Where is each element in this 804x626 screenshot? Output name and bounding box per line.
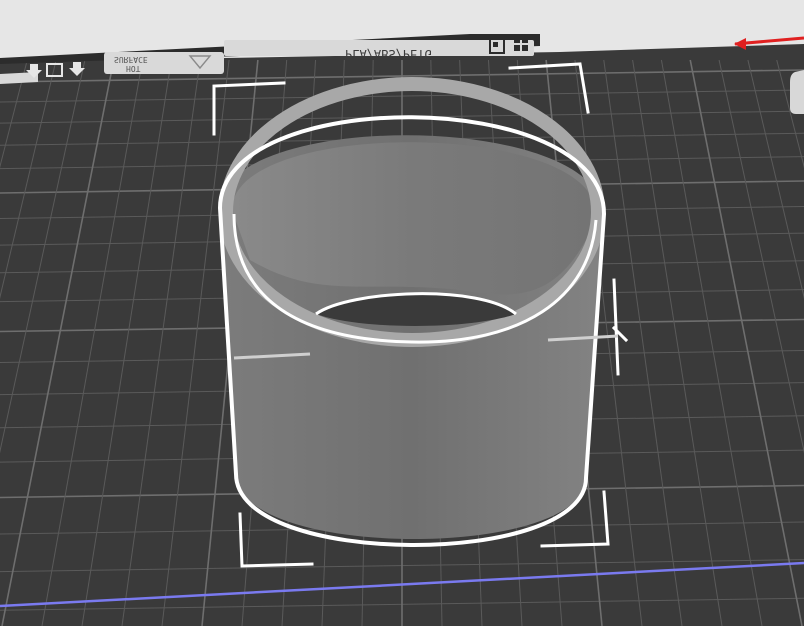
material-label-group: PLA/ABS/PETG	[345, 47, 432, 61]
sidebar-edge	[790, 70, 804, 114]
scene-canvas[interactable]: PLA/ABS/PETG HOT SURFACE	[0, 0, 804, 626]
material-label: PLA/ABS/PETG	[345, 47, 432, 61]
hot-surface-label-line2: SURFACE	[114, 55, 148, 64]
hot-surface-label-line1: HOT	[126, 64, 141, 73]
3d-viewport[interactable]: PLA/ABS/PETG HOT SURFACE	[0, 0, 804, 626]
